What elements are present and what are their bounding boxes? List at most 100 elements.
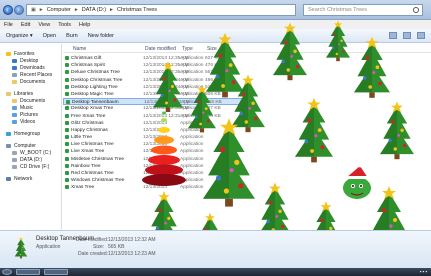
column-name[interactable]: Name (73, 46, 86, 52)
nav-label: Documents (20, 78, 46, 85)
file-row[interactable]: Desktop Tannenbaum 12/13/2013 12:32 AM App… (63, 98, 253, 106)
nav-pictures[interactable]: Pictures (0, 111, 61, 118)
details-file-type: Application (36, 244, 61, 250)
nav-label: Desktop (20, 57, 39, 64)
file-date-modified: 12/13/2013 (143, 156, 168, 162)
file-date-modified: 12/13/2013 (143, 135, 168, 141)
file-name: Mistletoe Christmas Tree (71, 156, 125, 162)
nav-drive-d[interactable]: DATA (D:) (0, 156, 61, 163)
menu-file[interactable]: File (4, 22, 13, 28)
nav-downloads[interactable]: Downloads (0, 64, 61, 71)
nav-homegroup[interactable]: Homegroup (0, 130, 61, 137)
file-type: Application (180, 106, 204, 112)
breadcrumb-data-drive[interactable]: DATA (D:) (82, 7, 106, 13)
folder-icon (12, 79, 17, 84)
menu-help[interactable]: Help (79, 22, 90, 28)
nav-label: Pictures (20, 111, 39, 118)
nav-label: Downloads (20, 64, 45, 71)
application-icon (65, 56, 69, 60)
details-created-label: Date created: (78, 251, 109, 257)
search-input[interactable]: Search Christmas Trees (303, 4, 423, 16)
back-button[interactable]: ‹ (3, 5, 13, 15)
nav-label: CD Drive (F:) (20, 163, 50, 170)
address-box[interactable]: ▣ ► Computer ► DATA (D:) ► Christmas Tre… (26, 4, 296, 16)
file-name: Free Xmas Tree (71, 113, 106, 119)
nav-libraries[interactable]: Libraries (0, 90, 61, 97)
preview-pane-icon[interactable] (403, 32, 411, 39)
nav-videos[interactable]: Videos (0, 118, 61, 125)
file-row[interactable]: Mistletoe Christmas Tree 12/13/2013 Applic… (63, 156, 253, 163)
column-type[interactable]: Type (182, 46, 193, 52)
nav-music[interactable]: Music (0, 104, 61, 111)
computer-icon (6, 143, 11, 148)
nav-computer[interactable]: Computer (0, 142, 61, 149)
file-row[interactable]: Live Xmas Tree 12/13/2013 Application (63, 148, 253, 155)
music-icon (12, 105, 17, 110)
file-name: Rainbow Tree (71, 163, 101, 169)
column-headers: Name Date modified Type Size (63, 44, 431, 53)
help-icon[interactable] (417, 32, 425, 39)
chevron-right-icon: ► (73, 7, 79, 13)
file-row[interactable]: Desktop Magic Tree 12/13/2013 12:33 AM App… (63, 91, 253, 98)
menu-tools[interactable]: Tools (58, 22, 71, 28)
column-size[interactable]: Size (207, 46, 217, 52)
taskbar-app-button[interactable] (44, 269, 68, 275)
file-row[interactable]: Free Xmas Tree 12/13/2013 12:31 AM Applica… (63, 113, 253, 120)
menu-edit[interactable]: Edit (21, 22, 30, 28)
new-folder-button[interactable]: New folder (88, 33, 114, 39)
file-row[interactable]: Live Christmas Tree 12/13/2013 Application (63, 141, 253, 148)
breadcrumb-christmas-trees[interactable]: Christmas Trees (117, 7, 157, 13)
tree-image[interactable] (295, 97, 333, 163)
file-name: Live Xmas Tree (71, 149, 105, 155)
file-row[interactable]: Red Christmas Tree 12/13/2013 Application (63, 170, 253, 177)
nav-recent-places[interactable]: Recent Places (0, 71, 61, 78)
nav-desktop[interactable]: Desktop (0, 57, 61, 64)
organize-button[interactable]: Organize ▾ (6, 33, 33, 39)
file-name: Happy Christmas (71, 127, 108, 133)
nav-documents-fav[interactable]: Documents (0, 78, 61, 85)
breadcrumb-computer[interactable]: Computer (47, 7, 71, 13)
forward-button[interactable]: › (14, 5, 24, 15)
file-row[interactable]: Little Tree 12/13/2013 Application (63, 134, 253, 141)
nav-label: Computer (14, 142, 36, 149)
application-icon (65, 142, 69, 147)
file-size: 521 KB (205, 84, 221, 90)
file-row[interactable]: Desktop Xmas Tree 12/13/2013 12:31 AM Appl… (63, 105, 253, 112)
file-row[interactable]: Christmas Spirit 12/13/2013 12:35 AM Appli… (63, 62, 253, 69)
nav-drive-c[interactable]: W_BOOT (C:) (0, 149, 61, 156)
column-date-modified[interactable]: Date modified (145, 46, 176, 52)
nav-drive-f[interactable]: CD Drive (F:) (0, 163, 61, 170)
file-row[interactable]: Glitz Christmas 12/13/2013 Application (63, 120, 253, 127)
file-date-modified: 12/13/2013 (143, 163, 168, 169)
library-icon (6, 91, 11, 96)
burn-button[interactable]: Burn (66, 33, 78, 39)
file-row[interactable]: Xmas Tree 12/13/2013 Application (63, 184, 253, 191)
file-row[interactable]: Windows Christmas Tree 12/13/2013 Applicat… (63, 177, 253, 184)
santa-tree-character-image[interactable] (343, 162, 371, 200)
file-row[interactable]: Deluxe Christmas Tree 12/13/2013 12:35 AM… (63, 69, 253, 76)
nav-label: Libraries (14, 90, 34, 97)
file-date-modified: 12/13/2013 (143, 142, 168, 148)
file-row[interactable]: Desktop Lighting Tree 12/13/2013 12:34 AM… (63, 84, 253, 91)
application-icon (65, 120, 69, 125)
file-row[interactable]: Desktop Christmas Tree 12/13/2013 12:34 A… (63, 77, 253, 84)
start-button[interactable] (2, 269, 12, 275)
nav-favorites[interactable]: Favorites (0, 50, 61, 57)
file-date-modified: 12/13/2013 (143, 120, 168, 126)
file-row[interactable]: Happy Christmas 12/13/2013 Application (63, 127, 253, 134)
menu-view[interactable]: View (38, 22, 50, 28)
open-button[interactable]: Open (43, 33, 56, 39)
drive-icon (12, 150, 17, 155)
file-row[interactable]: Rainbow Tree 12/13/2013 Application (63, 163, 253, 170)
application-icon (65, 163, 69, 168)
application-icon (65, 70, 69, 75)
file-date-modified: 12/13/2013 (143, 185, 168, 191)
nav-documents[interactable]: Documents (0, 97, 61, 104)
views-icon[interactable] (389, 32, 397, 39)
file-name: Red Christmas Tree (71, 171, 114, 176)
file-size: 587 KB (205, 106, 221, 112)
tree-image[interactable] (380, 101, 414, 160)
file-row[interactable]: Christmas Gift 12/13/2013 12:35 AM Applica… (63, 55, 253, 62)
taskbar-explorer-button[interactable] (16, 269, 40, 275)
nav-network[interactable]: Network (0, 175, 61, 182)
